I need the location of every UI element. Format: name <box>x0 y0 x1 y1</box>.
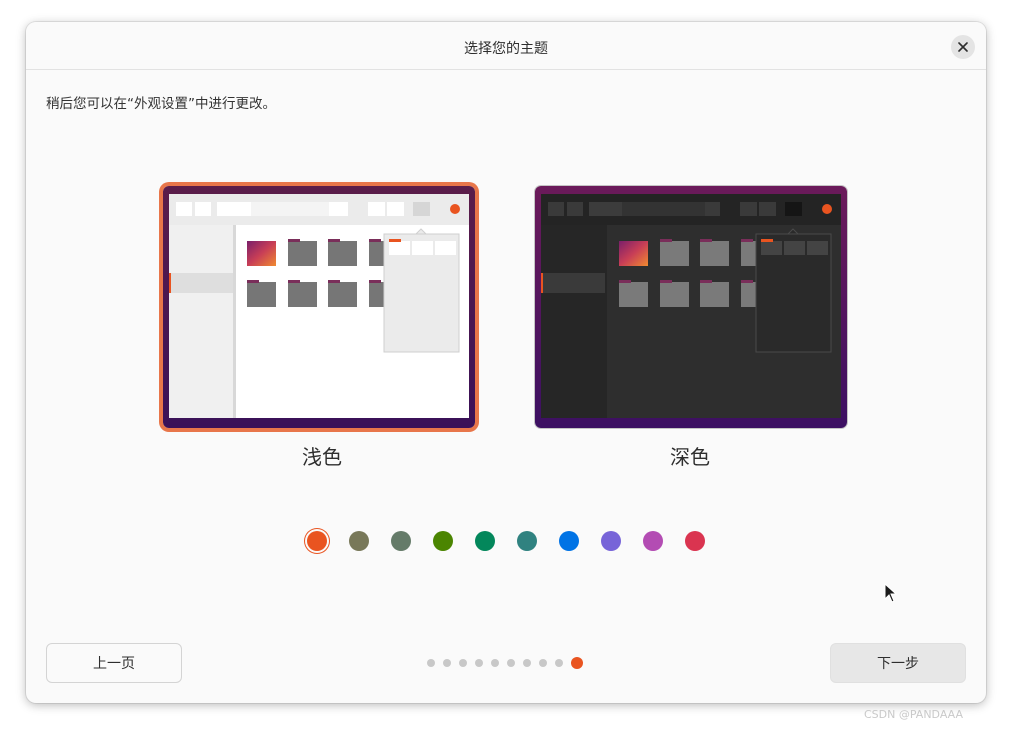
progress-dot-current <box>571 657 583 669</box>
accent-swatch-purple[interactable] <box>601 531 621 551</box>
titlebar: 选择您的主题 <box>26 22 986 70</box>
progress-dot <box>555 659 563 667</box>
next-button[interactable]: 下一步 <box>830 643 966 683</box>
accent-swatch-viridian[interactable] <box>475 531 495 551</box>
accent-swatch-sage[interactable] <box>391 531 411 551</box>
theme-label-light: 浅色 <box>302 445 342 469</box>
watermark: CSDN @PANDAAA <box>864 708 964 721</box>
back-button[interactable]: 上一页 <box>46 643 182 683</box>
accent-swatch-bark[interactable] <box>349 531 369 551</box>
accent-swatch-blue[interactable] <box>559 531 579 551</box>
window-title: 选择您的主题 <box>464 41 548 57</box>
theme-option-dark[interactable] <box>535 186 847 428</box>
progress-dot <box>539 659 547 667</box>
progress-dot <box>523 659 531 667</box>
theme-dialog: 选择您的主题 稍后您可以在“外观设置”中进行更改。 浅色 深色 上一页 下一步 <box>26 22 986 703</box>
close-icon <box>958 42 968 52</box>
close-button[interactable] <box>951 35 975 59</box>
accent-swatch-red[interactable] <box>685 531 705 551</box>
accent-swatch-orange[interactable] <box>307 531 327 551</box>
progress-dot <box>443 659 451 667</box>
accent-swatch-magenta[interactable] <box>643 531 663 551</box>
theme-option-light[interactable] <box>163 186 475 428</box>
progress-dot <box>459 659 467 667</box>
light-theme-preview <box>163 186 475 428</box>
accent-swatch-prussian-green[interactable] <box>517 531 537 551</box>
theme-label-dark: 深色 <box>670 445 710 469</box>
progress-dot <box>427 659 435 667</box>
mouse-cursor-icon <box>884 583 898 603</box>
progress-dot <box>491 659 499 667</box>
progress-dot <box>475 659 483 667</box>
accent-swatch-olive[interactable] <box>433 531 453 551</box>
dark-theme-preview <box>535 186 847 428</box>
instruction-text: 稍后您可以在“外观设置”中进行更改。 <box>46 96 276 112</box>
progress-dot <box>507 659 515 667</box>
